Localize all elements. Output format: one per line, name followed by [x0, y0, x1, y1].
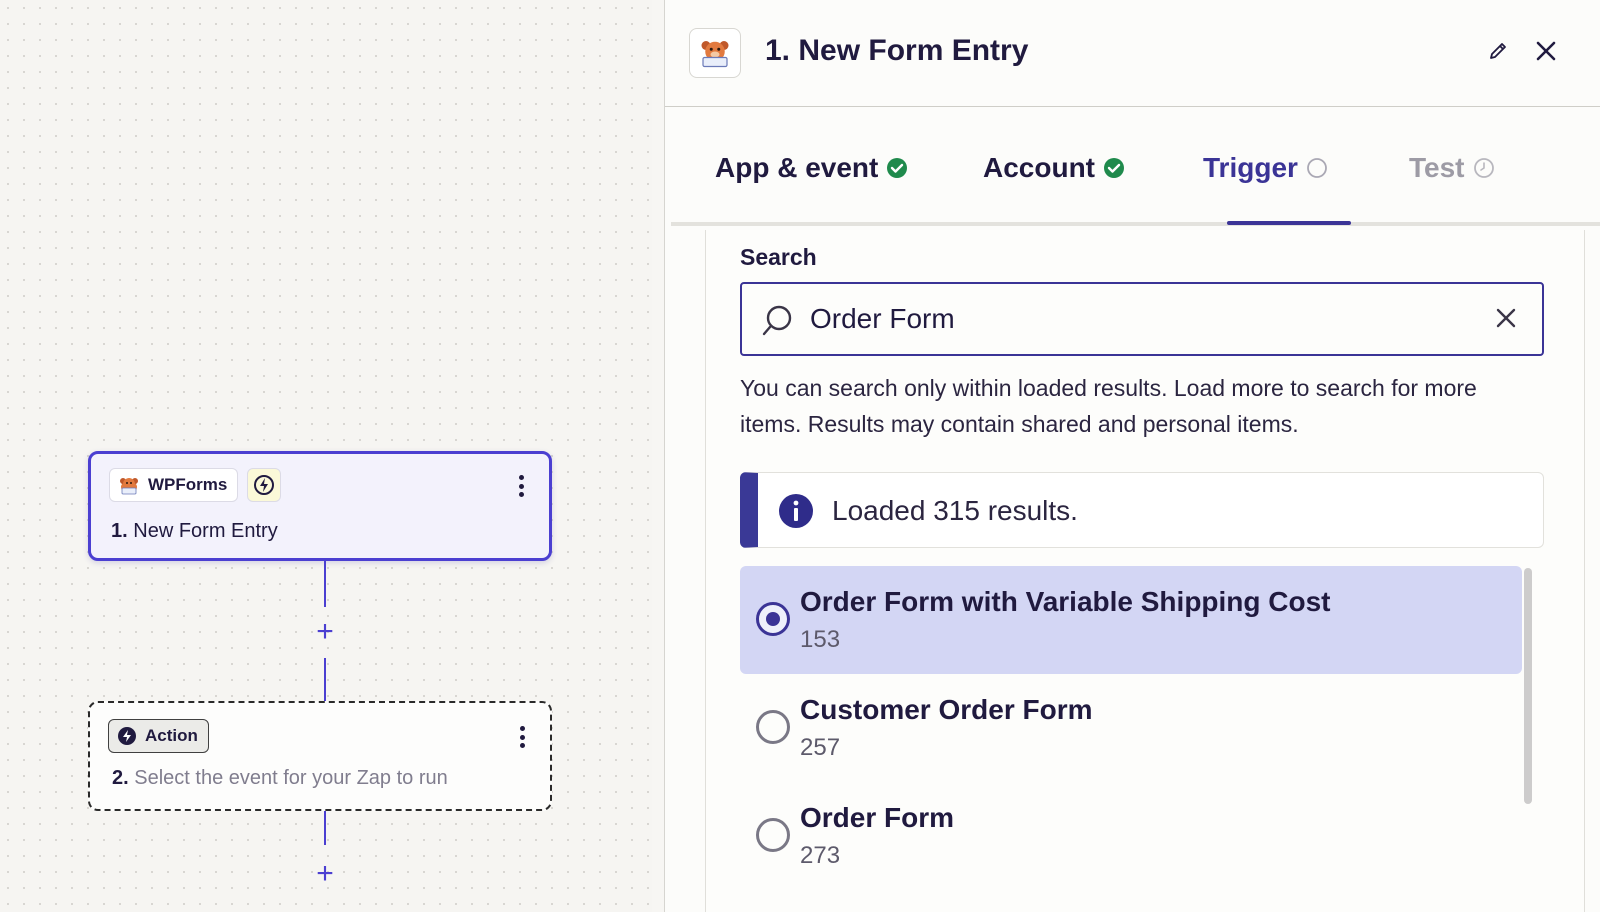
check-circle-icon — [1104, 158, 1124, 178]
search-field[interactable] — [740, 282, 1544, 356]
option-id: 273 — [800, 842, 841, 869]
list-item[interactable]: Order Form 273 — [740, 782, 1522, 890]
radio-button[interactable] — [756, 710, 790, 744]
dot-icon — [518, 483, 524, 489]
step-tabs: App & event Account Trigger Test — [671, 108, 1600, 226]
step-placeholder: Select the event for your Zap to run — [134, 767, 448, 789]
trigger-step-menu-button[interactable] — [515, 472, 527, 500]
dot-icon — [519, 743, 525, 748]
panel-title: 1. New Form Entry — [765, 34, 1029, 67]
app-logo — [689, 28, 741, 78]
list-item[interactable]: Customer Order Form 257 — [740, 674, 1522, 782]
dot-icon — [519, 726, 525, 731]
info-icon — [779, 494, 813, 528]
search-label: Search — [740, 244, 817, 270]
step-number: 1. — [111, 520, 128, 542]
tab-label: Test — [1409, 152, 1465, 183]
step-editor-panel: 1. New Form Entry App & event Account Tr… — [664, 0, 1600, 912]
action-chip-label: Action — [145, 726, 198, 745]
add-step-button[interactable]: + — [311, 617, 339, 647]
clear-search-icon[interactable] — [1494, 306, 1518, 330]
dot-icon — [519, 734, 525, 740]
edit-title-button[interactable] — [1483, 36, 1513, 66]
lightning-bolt-icon — [254, 475, 274, 495]
clock-icon — [1473, 158, 1494, 178]
action-step-card[interactable]: Action 2. Select the event for your Zap … — [88, 701, 552, 811]
search-icon — [762, 305, 792, 336]
option-title: Customer Order Form — [800, 694, 1093, 725]
tab-label: App & event — [715, 152, 879, 183]
tab-account[interactable]: Account — [983, 152, 1125, 184]
close-panel-button[interactable] — [1531, 36, 1561, 66]
results-info-banner: Loaded 315 results. — [740, 472, 1544, 548]
zap-editor-canvas: WPForms 1. New Form Entry + Action 2. Se… — [0, 0, 652, 912]
trigger-step-card[interactable]: WPForms 1. New Form Entry — [88, 451, 552, 561]
pencil-icon — [1490, 43, 1506, 59]
wpforms-bear-icon — [120, 478, 138, 495]
connector-line — [324, 561, 326, 607]
trigger-step-title: 1. New Form Entry — [111, 520, 278, 543]
option-id: 257 — [800, 734, 841, 761]
check-circle-icon — [887, 158, 908, 178]
option-id: 153 — [800, 626, 841, 653]
connector-line — [324, 811, 326, 845]
tab-trigger[interactable]: Trigger — [1203, 152, 1328, 184]
option-title: Order Form with Variable Shipping Cost — [800, 586, 1331, 617]
active-tab-indicator — [1227, 221, 1351, 225]
step-number: 2. — [112, 767, 129, 789]
tab-test[interactable]: Test — [1409, 152, 1495, 184]
dot-icon — [518, 492, 524, 497]
option-title: Order Form — [800, 802, 955, 833]
search-input[interactable] — [810, 298, 1460, 340]
form-options-list: Order Form with Variable Shipping Cost 1… — [740, 566, 1522, 890]
radio-button-selected[interactable] — [756, 602, 790, 636]
app-name: WPForms — [148, 475, 228, 494]
add-step-button[interactable]: + — [311, 859, 339, 889]
action-step-menu-button[interactable] — [516, 723, 528, 751]
close-icon — [1536, 41, 1556, 61]
app-chip: WPForms — [109, 468, 239, 502]
trigger-type-badge — [247, 468, 281, 502]
step-title: New Form Entry — [133, 520, 278, 542]
action-step-title: 2. Select the event for your Zap to run — [112, 767, 448, 790]
trigger-config: Search You can search only within loaded… — [705, 230, 1585, 912]
list-item[interactable]: Order Form with Variable Shipping Cost 1… — [740, 566, 1522, 674]
options-scrollbar[interactable] — [1524, 568, 1532, 804]
tab-app-and-event[interactable]: App & event — [715, 152, 908, 184]
search-helper-text: You can search only within loaded result… — [740, 375, 1477, 437]
tab-label: Trigger — [1203, 152, 1298, 183]
action-chip: Action — [108, 719, 209, 753]
panel-header: 1. New Form Entry — [665, 0, 1600, 107]
empty-circle-icon — [1307, 158, 1327, 178]
tab-label: Account — [983, 152, 1095, 183]
dot-icon — [518, 475, 524, 480]
results-count-text: Loaded 315 results. — [832, 495, 1078, 526]
lightning-bolt-icon — [118, 727, 136, 745]
connector-line — [324, 658, 326, 701]
radio-button[interactable] — [756, 818, 790, 852]
wpforms-bear-icon — [701, 41, 729, 68]
